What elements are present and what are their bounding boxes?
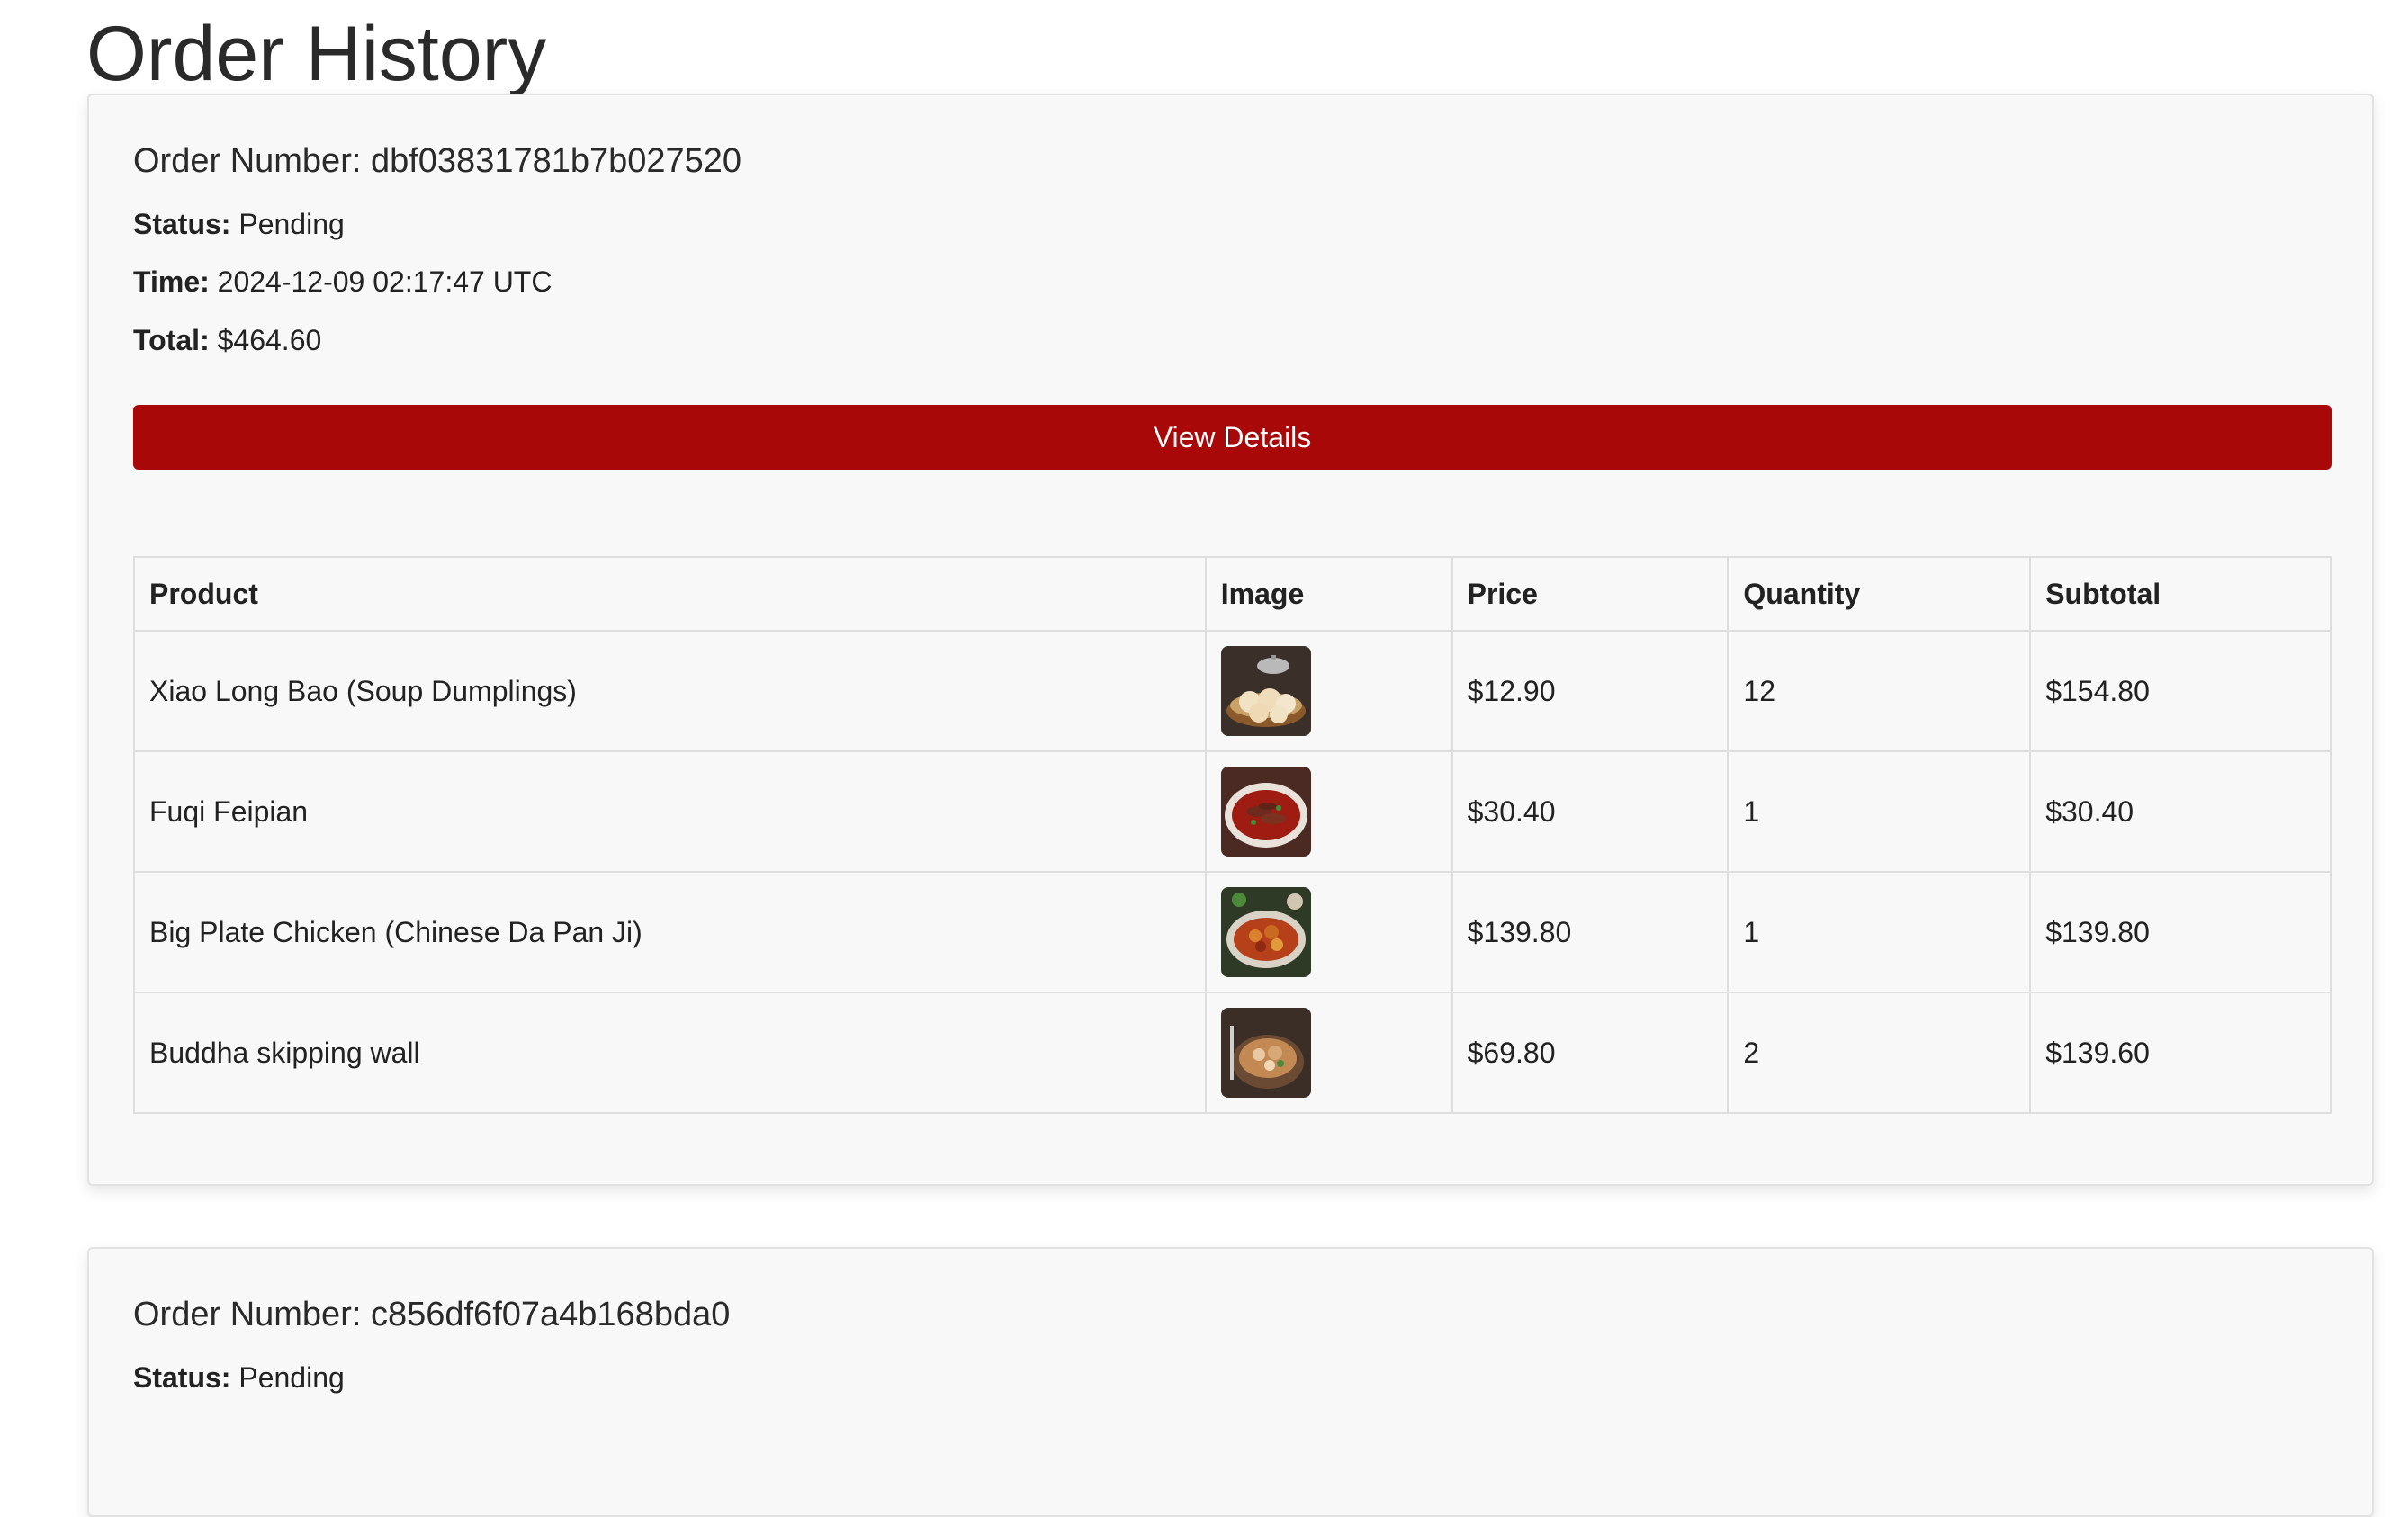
product-price: $30.40 [1451, 750, 1730, 873]
status-label: Status: [133, 208, 231, 240]
product-name: Xiao Long Bao (Soup Dumplings) [133, 630, 1207, 752]
product-subtotal: $139.60 [2029, 992, 2332, 1114]
product-subtotal: $154.80 [2029, 630, 2332, 752]
table-row: Fuqi Feipian $30.40 1 $30.40 [133, 750, 2332, 873]
table-header-row: Product Image Price Quantity Subtotal [133, 556, 2332, 632]
order-time: Time: 2024-12-09 02:17:47 UTC [133, 264, 552, 300]
product-price: $12.90 [1451, 630, 1730, 752]
product-image-cell [1204, 750, 1453, 873]
product-image-cell [1204, 992, 1453, 1114]
soup-dumplings-photo [1220, 646, 1311, 736]
total-value: $464.60 [217, 324, 322, 356]
total-label: Total: [133, 324, 210, 356]
product-subtotal: $30.40 [2029, 750, 2332, 873]
fuqi-feipian-photo [1220, 767, 1311, 857]
product-quantity: 2 [1727, 992, 2032, 1114]
order-number-label: Order Number: [133, 1296, 362, 1333]
time-label: Time: [133, 265, 210, 298]
order-number-heading: Order Number: c856df6f07a4b168bda0 [133, 1294, 730, 1335]
order-number-heading: Order Number: dbf03831781b7b027520 [133, 140, 741, 182]
header-price: Price [1451, 556, 1730, 632]
product-image-cell [1204, 630, 1453, 752]
buddha-jumps-wall-photo [1220, 1008, 1311, 1098]
status-value: Pending [238, 208, 345, 240]
view-details-button[interactable]: View Details [133, 405, 2332, 470]
table-row: Buddha skipping wall $69.80 2 $139.60 [133, 992, 2332, 1114]
product-subtotal: $139.80 [2029, 871, 2332, 993]
order-history-page: Order History Order Number: dbf03831781b… [0, 0, 2408, 1517]
table-row: Big Plate Chicken (Chinese Da Pan Ji) $1… [133, 871, 2332, 993]
table-row: Xiao Long Bao (Soup Dumplings) $12.90 12… [133, 630, 2332, 752]
product-quantity: 12 [1727, 630, 2032, 752]
order-status: Status: Pending [133, 1360, 345, 1396]
big-plate-chicken-photo [1220, 887, 1311, 977]
time-value: 2024-12-09 02:17:47 UTC [217, 265, 553, 298]
header-subtotal: Subtotal [2029, 556, 2332, 632]
header-product: Product [133, 556, 1207, 632]
order-number-label: Order Number: [133, 142, 362, 180]
order-items-table: Product Image Price Quantity Subtotal Xi… [133, 556, 2332, 1114]
product-name: Buddha skipping wall [133, 992, 1207, 1114]
order-status: Status: Pending [133, 206, 345, 242]
product-quantity: 1 [1727, 871, 2032, 993]
status-label: Status: [133, 1361, 231, 1394]
order-card: Order Number: dbf03831781b7b027520 Statu… [87, 94, 2374, 1186]
product-quantity: 1 [1727, 750, 2032, 873]
header-image: Image [1204, 556, 1453, 632]
product-name: Fuqi Feipian [133, 750, 1207, 873]
order-number-value: dbf03831781b7b027520 [370, 142, 742, 180]
product-price: $139.80 [1451, 871, 1730, 993]
status-value: Pending [238, 1361, 345, 1394]
product-image-cell [1204, 871, 1453, 993]
order-number-value: c856df6f07a4b168bda0 [370, 1296, 731, 1333]
page-title: Order History [86, 11, 547, 97]
order-total: Total: $464.60 [133, 322, 321, 358]
header-quantity: Quantity [1727, 556, 2032, 632]
product-price: $69.80 [1451, 992, 1730, 1114]
order-card: Order Number: c856df6f07a4b168bda0 Statu… [87, 1247, 2374, 1517]
product-name: Big Plate Chicken (Chinese Da Pan Ji) [133, 871, 1207, 993]
